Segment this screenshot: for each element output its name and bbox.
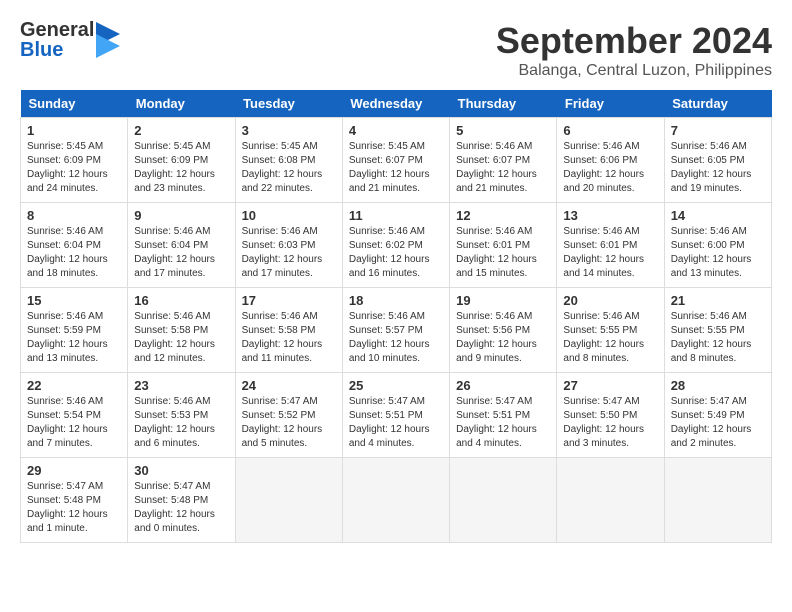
calendar-day-25: 25Sunrise: 5:47 AMSunset: 5:51 PMDayligh… (342, 373, 449, 458)
logo-general: General (20, 20, 94, 40)
calendar-day-24: 24Sunrise: 5:47 AMSunset: 5:52 PMDayligh… (235, 373, 342, 458)
calendar-day-17: 17Sunrise: 5:46 AMSunset: 5:58 PMDayligh… (235, 288, 342, 373)
weekday-header-wednesday: Wednesday (342, 90, 449, 118)
calendar-day-9: 9Sunrise: 5:46 AMSunset: 6:04 PMDaylight… (128, 203, 235, 288)
calendar-day-26: 26Sunrise: 5:47 AMSunset: 5:51 PMDayligh… (450, 373, 557, 458)
calendar-day-empty (235, 458, 342, 543)
calendar-day-16: 16Sunrise: 5:46 AMSunset: 5:58 PMDayligh… (128, 288, 235, 373)
calendar-day-27: 27Sunrise: 5:47 AMSunset: 5:50 PMDayligh… (557, 373, 664, 458)
calendar-day-22: 22Sunrise: 5:46 AMSunset: 5:54 PMDayligh… (21, 373, 128, 458)
calendar-day-23: 23Sunrise: 5:46 AMSunset: 5:53 PMDayligh… (128, 373, 235, 458)
calendar-day-15: 15Sunrise: 5:46 AMSunset: 5:59 PMDayligh… (21, 288, 128, 373)
calendar-day-1: 1Sunrise: 5:45 AMSunset: 6:09 PMDaylight… (21, 118, 128, 203)
calendar-day-21: 21Sunrise: 5:46 AMSunset: 5:55 PMDayligh… (664, 288, 771, 373)
calendar-table: SundayMondayTuesdayWednesdayThursdayFrid… (20, 90, 772, 543)
calendar-title: September 2024 (496, 20, 772, 62)
weekday-header-monday: Monday (128, 90, 235, 118)
calendar-week-5: 29Sunrise: 5:47 AMSunset: 5:48 PMDayligh… (21, 458, 772, 543)
weekday-header-tuesday: Tuesday (235, 90, 342, 118)
calendar-day-empty (342, 458, 449, 543)
calendar-day-30: 30Sunrise: 5:47 AMSunset: 5:48 PMDayligh… (128, 458, 235, 543)
calendar-week-1: 1Sunrise: 5:45 AMSunset: 6:09 PMDaylight… (21, 118, 772, 203)
calendar-week-3: 15Sunrise: 5:46 AMSunset: 5:59 PMDayligh… (21, 288, 772, 373)
calendar-day-10: 10Sunrise: 5:46 AMSunset: 6:03 PMDayligh… (235, 203, 342, 288)
calendar-day-5: 5Sunrise: 5:46 AMSunset: 6:07 PMDaylight… (450, 118, 557, 203)
calendar-day-8: 8Sunrise: 5:46 AMSunset: 6:04 PMDaylight… (21, 203, 128, 288)
calendar-day-6: 6Sunrise: 5:46 AMSunset: 6:06 PMDaylight… (557, 118, 664, 203)
logo: General Blue (20, 20, 120, 60)
calendar-day-18: 18Sunrise: 5:46 AMSunset: 5:57 PMDayligh… (342, 288, 449, 373)
calendar-day-14: 14Sunrise: 5:46 AMSunset: 6:00 PMDayligh… (664, 203, 771, 288)
calendar-day-empty (664, 458, 771, 543)
weekday-header-thursday: Thursday (450, 90, 557, 118)
calendar-day-13: 13Sunrise: 5:46 AMSunset: 6:01 PMDayligh… (557, 203, 664, 288)
weekday-header-saturday: Saturday (664, 90, 771, 118)
calendar-week-4: 22Sunrise: 5:46 AMSunset: 5:54 PMDayligh… (21, 373, 772, 458)
calendar-day-3: 3Sunrise: 5:45 AMSunset: 6:08 PMDaylight… (235, 118, 342, 203)
weekday-header-sunday: Sunday (21, 90, 128, 118)
title-section: September 2024 Balanga, Central Luzon, P… (496, 20, 772, 80)
calendar-day-12: 12Sunrise: 5:46 AMSunset: 6:01 PMDayligh… (450, 203, 557, 288)
logo-icon (96, 22, 120, 58)
weekday-header-row: SundayMondayTuesdayWednesdayThursdayFrid… (21, 90, 772, 118)
calendar-subtitle: Balanga, Central Luzon, Philippines (496, 62, 772, 80)
calendar-day-20: 20Sunrise: 5:46 AMSunset: 5:55 PMDayligh… (557, 288, 664, 373)
page-header: General Blue September 2024 Balanga, Cen… (20, 20, 772, 80)
calendar-day-19: 19Sunrise: 5:46 AMSunset: 5:56 PMDayligh… (450, 288, 557, 373)
calendar-day-4: 4Sunrise: 5:45 AMSunset: 6:07 PMDaylight… (342, 118, 449, 203)
calendar-day-11: 11Sunrise: 5:46 AMSunset: 6:02 PMDayligh… (342, 203, 449, 288)
weekday-header-friday: Friday (557, 90, 664, 118)
calendar-week-2: 8Sunrise: 5:46 AMSunset: 6:04 PMDaylight… (21, 203, 772, 288)
calendar-day-empty (450, 458, 557, 543)
calendar-day-2: 2Sunrise: 5:45 AMSunset: 6:09 PMDaylight… (128, 118, 235, 203)
calendar-day-7: 7Sunrise: 5:46 AMSunset: 6:05 PMDaylight… (664, 118, 771, 203)
calendar-day-28: 28Sunrise: 5:47 AMSunset: 5:49 PMDayligh… (664, 373, 771, 458)
calendar-day-29: 29Sunrise: 5:47 AMSunset: 5:48 PMDayligh… (21, 458, 128, 543)
calendar-day-empty (557, 458, 664, 543)
logo-blue: Blue (20, 40, 94, 60)
